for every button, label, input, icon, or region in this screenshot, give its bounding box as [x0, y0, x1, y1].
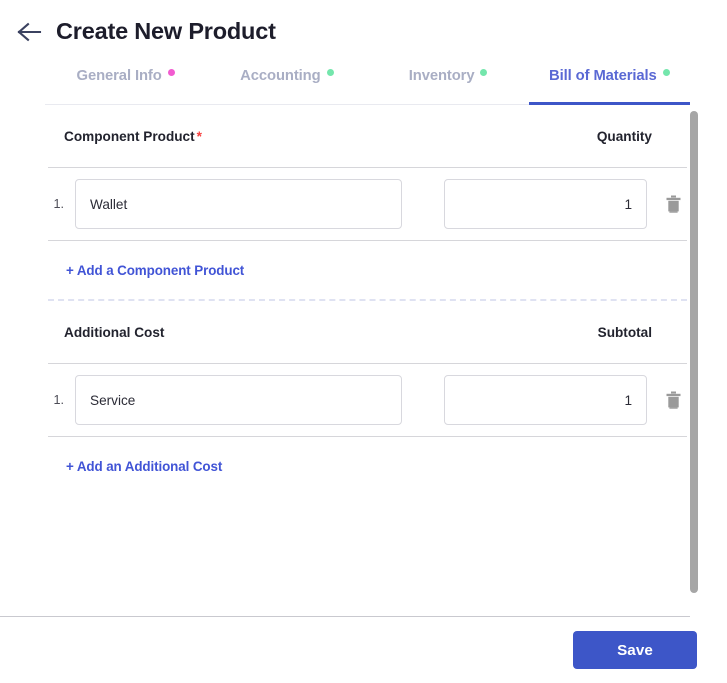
vertical-scrollbar[interactable]: [690, 111, 698, 593]
component-row: 1. Wallet 1: [45, 168, 690, 240]
tab-status-dot: [480, 69, 488, 76]
tab-status-dot: [326, 69, 334, 76]
form-scroll-area: Component Product* Quantity 1. Wallet 1: [0, 105, 727, 610]
page-footer: Save: [0, 617, 727, 683]
page-header: Create New Product: [0, 0, 727, 52]
column-header-label: Additional Cost: [64, 324, 165, 340]
section-header: Component Product * Quantity: [45, 105, 690, 167]
tab-label: General Info: [76, 68, 162, 84]
trash-icon[interactable]: [656, 187, 690, 221]
tab-status-dot: [167, 69, 175, 76]
additional-cost-section: Additional Cost Subtotal 1. Service 1 + …: [45, 301, 690, 495]
tab-bar: General Info Accounting Inventory Bill o…: [45, 66, 691, 105]
tab-label: Inventory: [408, 68, 475, 84]
add-component-product-link[interactable]: + Add a Component Product: [66, 263, 244, 278]
add-additional-cost-link[interactable]: + Add an Additional Cost: [66, 459, 222, 474]
tab-status-dot: [662, 69, 670, 76]
additional-cost-row: 1. Service 1: [45, 364, 690, 436]
required-asterisk: *: [196, 128, 202, 144]
row-index: 1.: [53, 393, 64, 407]
column-header-additional-cost: Additional Cost: [64, 325, 474, 340]
component-product-input[interactable]: Wallet: [75, 179, 402, 229]
column-header-component-product: Component Product *: [64, 129, 474, 144]
additional-cost-input[interactable]: Service: [75, 375, 402, 425]
save-button[interactable]: Save: [573, 631, 697, 669]
tab-inventory[interactable]: Inventory: [368, 66, 529, 105]
page-title: Create New Product: [56, 18, 276, 44]
scrollbar-thumb[interactable]: [690, 111, 698, 593]
subtotal-input[interactable]: 1: [444, 375, 647, 425]
tab-accounting[interactable]: Accounting: [206, 66, 367, 105]
back-arrow-icon[interactable]: [14, 17, 44, 47]
tab-label: Bill of Materials: [549, 68, 657, 84]
column-header-subtotal: Subtotal: [597, 324, 652, 340]
row-index: 1.: [53, 197, 64, 211]
section-header: Additional Cost Subtotal: [45, 301, 690, 363]
add-component-row: + Add a Component Product: [45, 241, 690, 299]
column-header-label: Component Product: [64, 128, 195, 144]
column-header-quantity: Quantity: [596, 128, 652, 144]
tab-general-info[interactable]: General Info: [45, 66, 206, 105]
create-product-page: Create New Product General Info Accounti…: [0, 0, 727, 683]
component-product-section: Component Product* Quantity 1. Wallet 1: [45, 105, 690, 299]
add-additional-cost-row: + Add an Additional Cost: [45, 437, 690, 495]
tab-label: Accounting: [240, 68, 321, 84]
tab-bill-of-materials[interactable]: Bill of Materials: [528, 66, 691, 105]
trash-icon[interactable]: [656, 383, 690, 417]
quantity-input[interactable]: 1: [444, 179, 647, 229]
